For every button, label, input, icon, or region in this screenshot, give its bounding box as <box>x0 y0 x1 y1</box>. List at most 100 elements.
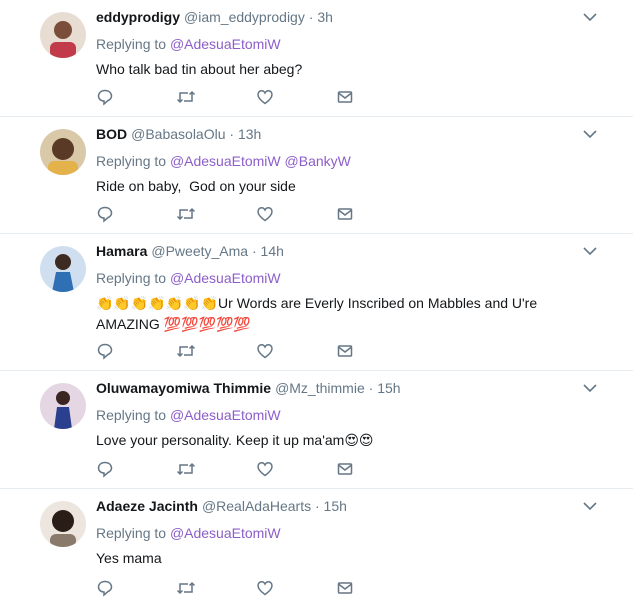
timestamp[interactable]: 15h <box>324 498 347 514</box>
tweet-actions <box>96 88 416 106</box>
separator: · <box>314 498 320 514</box>
reply-button[interactable] <box>96 88 176 106</box>
like-icon <box>257 90 273 105</box>
mention-link[interactable]: @BankyW <box>285 153 351 169</box>
tweet[interactable]: Hamara @Pweety_Ama · 14h Replying to @Ade… <box>0 234 633 371</box>
retweet-button[interactable] <box>176 460 256 478</box>
direct-message-button[interactable] <box>336 88 416 106</box>
direct-message-icon <box>337 208 353 220</box>
display-name[interactable]: BOD <box>96 126 127 142</box>
avatar[interactable] <box>40 12 86 58</box>
tweet-actions <box>96 460 416 478</box>
replying-prefix: Replying to <box>96 407 167 423</box>
replying-to: Replying to @AdesuaEtomiW <box>96 524 603 542</box>
display-name[interactable]: Oluwamayomiwa Thimmie <box>96 380 271 396</box>
reply-button[interactable] <box>96 460 176 478</box>
retweet-icon <box>176 344 196 358</box>
tweet-feed: eddyprodigy @iam_eddyprodigy · 3h Replyin… <box>0 0 633 605</box>
tweet-text: 👏👏👏👏👏👏👏Ur Words are Everly Inscribed on … <box>96 293 603 335</box>
user-handle[interactable]: @BabasolaOlu <box>131 126 225 142</box>
replying-to: Replying to @AdesuaEtomiW @BankyW <box>96 152 603 170</box>
reply-icon <box>97 580 113 597</box>
avatar[interactable] <box>40 246 86 292</box>
like-button[interactable] <box>256 205 336 223</box>
heart-eyes-emoji: 😍😍 <box>344 432 374 448</box>
retweet-button[interactable] <box>176 342 256 360</box>
chevron-down-icon[interactable] <box>583 383 597 393</box>
avatar[interactable] <box>40 129 86 175</box>
avatar[interactable] <box>40 501 86 547</box>
like-button[interactable] <box>256 460 336 478</box>
direct-message-button[interactable] <box>336 460 416 478</box>
chevron-down-icon[interactable] <box>583 501 597 511</box>
user-handle[interactable]: @RealAdaHearts <box>202 498 311 514</box>
tweet-text-line: Love your personality. Keep it up ma'am <box>96 432 345 448</box>
tweet-text: Who talk bad tin about her abeg? <box>96 61 303 77</box>
tweet[interactable]: BOD @BabasolaOlu · 13h Replying to @Adesu… <box>0 117 633 234</box>
replying-to: Replying to @AdesuaEtomiW <box>96 406 603 424</box>
reply-button[interactable] <box>96 342 176 360</box>
user-handle[interactable]: @Pweety_Ama <box>151 243 248 259</box>
chevron-down-icon[interactable] <box>583 246 597 256</box>
tweet-text: Ride on baby, God on your side <box>96 178 296 194</box>
tweet-text: Yes mama <box>96 550 162 566</box>
tweet-actions <box>96 205 416 223</box>
tweet-text-line: AMAZING <box>96 316 160 332</box>
retweet-icon <box>176 207 196 221</box>
user-handle[interactable]: @Mz_thimmie <box>275 380 365 396</box>
direct-message-button[interactable] <box>336 205 416 223</box>
reply-button[interactable] <box>96 205 176 223</box>
timestamp[interactable]: 3h <box>317 9 333 25</box>
direct-message-button[interactable] <box>336 342 416 360</box>
like-button[interactable] <box>256 342 336 360</box>
direct-message-icon <box>337 463 353 475</box>
retweet-button[interactable] <box>176 579 256 597</box>
tweet[interactable]: Adaeze Jacinth @RealAdaHearts · 15h Reply… <box>0 489 633 605</box>
tweet[interactable]: eddyprodigy @iam_eddyprodigy · 3h Replyin… <box>0 0 633 117</box>
tweet-actions <box>96 342 416 360</box>
replying-prefix: Replying to <box>96 36 167 52</box>
chevron-down-icon[interactable] <box>583 12 597 22</box>
reply-icon <box>97 343 113 360</box>
tweet-text: Love your personality. Keep it up ma'am😍… <box>96 430 603 451</box>
like-button[interactable] <box>256 579 336 597</box>
reply-icon <box>97 89 113 106</box>
mention-link[interactable]: @AdesuaEtomiW <box>170 525 281 541</box>
timestamp[interactable]: 13h <box>238 126 261 142</box>
hundred-points-emoji: 💯💯💯💯💯 <box>163 316 251 332</box>
separator: · <box>251 243 257 259</box>
chevron-down-icon[interactable] <box>583 129 597 139</box>
mention-link[interactable]: @AdesuaEtomiW <box>170 407 281 423</box>
display-name[interactable]: eddyprodigy <box>96 9 180 25</box>
direct-message-icon <box>337 582 353 594</box>
direct-message-icon <box>337 91 353 103</box>
user-handle[interactable]: @iam_eddyprodigy <box>184 9 305 25</box>
mention-link[interactable]: @AdesuaEtomiW <box>170 270 281 286</box>
like-icon <box>257 344 273 359</box>
replying-prefix: Replying to <box>96 270 167 286</box>
replying-prefix: Replying to <box>96 153 167 169</box>
clapping-hands-emoji: 👏👏👏👏👏👏👏 <box>96 295 219 311</box>
separator: · <box>229 126 235 142</box>
display-name[interactable]: Hamara <box>96 243 147 259</box>
retweet-icon <box>176 90 196 104</box>
like-icon <box>257 581 273 596</box>
reply-icon <box>97 206 113 223</box>
timestamp[interactable]: 14h <box>261 243 284 259</box>
direct-message-button[interactable] <box>336 579 416 597</box>
separator: · <box>368 380 374 396</box>
reply-button[interactable] <box>96 579 176 597</box>
tweet-text-line: Ur Words are Everly Inscribed on Mabbles… <box>218 295 538 311</box>
reply-icon <box>97 461 113 478</box>
tweet[interactable]: Oluwamayomiwa Thimmie @Mz_thimmie · 15h R… <box>0 371 633 489</box>
like-button[interactable] <box>256 88 336 106</box>
retweet-icon <box>176 462 196 476</box>
timestamp[interactable]: 15h <box>377 380 400 396</box>
mention-link[interactable]: @AdesuaEtomiW <box>170 36 281 52</box>
avatar[interactable] <box>40 383 86 429</box>
retweet-button[interactable] <box>176 88 256 106</box>
like-icon <box>257 462 273 477</box>
mention-link[interactable]: @AdesuaEtomiW <box>170 153 281 169</box>
retweet-button[interactable] <box>176 205 256 223</box>
display-name[interactable]: Adaeze Jacinth <box>96 498 198 514</box>
